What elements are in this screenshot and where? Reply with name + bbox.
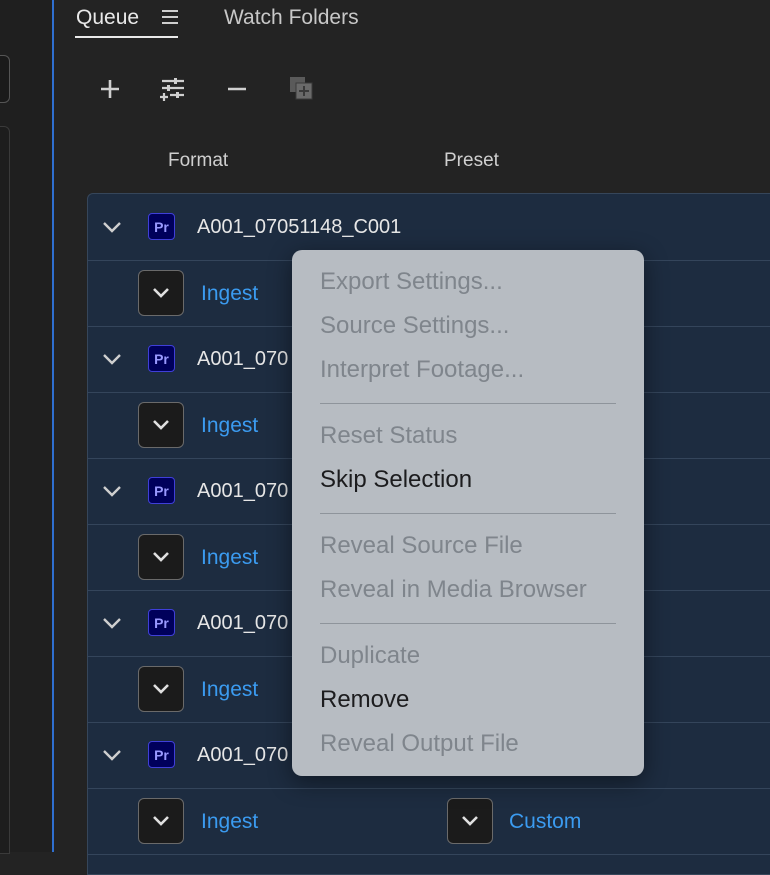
chevron-down-icon[interactable] (101, 612, 123, 634)
menu-separator (320, 513, 616, 514)
menu-separator (320, 403, 616, 404)
chevron-down-icon (153, 684, 169, 694)
tab-queue-underline (75, 36, 178, 38)
plus-icon[interactable] (95, 74, 125, 104)
left-panel-list (0, 126, 10, 854)
source-name: A001_070 (197, 480, 289, 502)
menu-item-source-settings: Source Settings... (320, 312, 510, 339)
left-panel-field[interactable] (0, 55, 10, 103)
format-dropdown-button[interactable] (138, 666, 184, 712)
chevron-down-icon[interactable] (101, 480, 123, 502)
source-name: A001_070 (197, 612, 289, 634)
minus-icon[interactable] (222, 74, 252, 104)
format-link[interactable]: Ingest (201, 810, 258, 834)
format-dropdown-button[interactable] (138, 402, 184, 448)
menu-item-reveal-output-file: Reveal Output File (320, 730, 519, 757)
menu-item-duplicate: Duplicate (320, 642, 421, 669)
menu-item-reveal-in-media-browser: Reveal in Media Browser (320, 576, 587, 603)
panel-menu-icon[interactable] (162, 10, 178, 24)
chevron-down-icon (462, 816, 478, 826)
menu-item-reset-status: Reset Status (320, 422, 458, 449)
tab-queue[interactable]: Queue (76, 6, 139, 30)
preset-dropdown-button[interactable] (447, 798, 493, 844)
format-dropdown-button[interactable] (138, 534, 184, 580)
panel-divider[interactable] (52, 0, 54, 852)
format-dropdown-button[interactable] (138, 798, 184, 844)
format-link[interactable]: Ingest (201, 546, 258, 570)
context-menu: Export Settings... Source Settings... In… (292, 250, 644, 776)
format-dropdown-button[interactable] (138, 270, 184, 316)
premiere-pro-icon: Pr (148, 213, 175, 240)
chevron-down-icon (153, 816, 169, 826)
source-name: A001_07051148_C001 (197, 216, 402, 238)
format-link[interactable]: Ingest (201, 678, 258, 702)
chevron-down-icon (153, 288, 169, 298)
chevron-down-icon[interactable] (101, 744, 123, 766)
format-link[interactable]: Ingest (201, 414, 258, 438)
output-row[interactable]: Ingest Custom (88, 788, 770, 855)
column-header-preset[interactable]: Preset (444, 150, 499, 172)
menu-separator (320, 623, 616, 624)
premiere-pro-icon: Pr (148, 609, 175, 636)
chevron-down-icon[interactable] (101, 348, 123, 370)
chevron-down-icon[interactable] (101, 216, 123, 238)
chevron-down-icon (153, 552, 169, 562)
menu-item-remove[interactable]: Remove (320, 686, 409, 714)
preset-settings-icon[interactable] (158, 74, 188, 104)
menu-item-export-settings: Export Settings... (320, 268, 503, 295)
tab-watch-folders[interactable]: Watch Folders (224, 6, 359, 30)
source-name: A001_070 (197, 744, 289, 766)
format-link[interactable]: Ingest (201, 282, 258, 306)
premiere-pro-icon: Pr (148, 345, 175, 372)
menu-item-skip-selection[interactable]: Skip Selection (320, 466, 472, 494)
chevron-down-icon (153, 420, 169, 430)
preset-link[interactable]: Custom (509, 810, 581, 834)
menu-item-interpret-footage: Interpret Footage... (320, 356, 525, 383)
menu-item-reveal-source-file: Reveal Source File (320, 532, 523, 559)
duplicate-icon[interactable] (287, 74, 317, 104)
column-header-format[interactable]: Format (168, 150, 228, 172)
source-name: A001_070 (197, 348, 289, 370)
premiere-pro-icon: Pr (148, 741, 175, 768)
premiere-pro-icon: Pr (148, 477, 175, 504)
